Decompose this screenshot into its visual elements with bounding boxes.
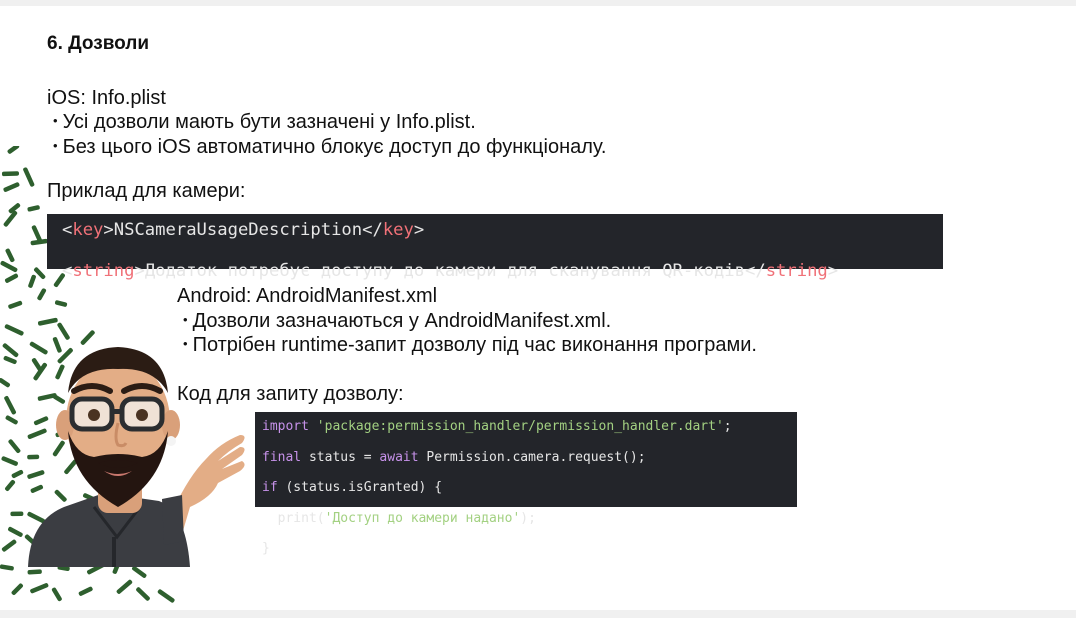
- dart-code-block: import 'package:permission_handler/permi…: [255, 412, 797, 556]
- code-text: Permission.camera.request();: [418, 449, 646, 465]
- ios-example-label: Приклад для камери:: [47, 180, 246, 202]
- android-title: Android: AndroidManifest.xml: [177, 285, 438, 307]
- tag-name: key: [382, 220, 414, 240]
- dart-code-line-3: if (status.isGranted) {: [262, 479, 797, 495]
- tag-bracket: </: [744, 261, 766, 282]
- slide: 6. Дозволи iOS: Info.plist Усі дозволи м…: [0, 6, 1076, 610]
- tag-bracket: <: [62, 220, 73, 240]
- code-text: }: [262, 541, 270, 556]
- code-keyword: final: [262, 449, 302, 465]
- code-text: );: [520, 510, 536, 526]
- tag-bracket: >: [134, 261, 145, 282]
- code-keyword: import: [262, 419, 309, 434]
- ios-title: iOS: Info.plist: [47, 87, 166, 109]
- tag-name: string: [72, 261, 135, 282]
- code-keyword: await: [379, 449, 419, 465]
- dart-code-line-5: }: [262, 540, 797, 556]
- tag-bracket: >: [413, 220, 425, 240]
- code-string: 'package:permission_handler/permission_h…: [316, 419, 724, 434]
- code-string: 'Доступ до камери надано': [324, 510, 521, 526]
- android-bullet-1: Дозволи зазначаються у AndroidManifest.x…: [183, 310, 612, 333]
- dart-code-line-4: print('Доступ до камери надано');: [262, 510, 797, 526]
- code-keyword: if: [262, 480, 278, 495]
- tag-name: string: [765, 261, 828, 282]
- tag-bracket: >: [103, 220, 114, 240]
- tag-name: key: [72, 220, 104, 240]
- ios-bullet-2: Без цього iOS автоматично блокує доступ …: [53, 136, 607, 159]
- code-text: ;: [723, 419, 732, 434]
- memoji-avatar-icon: [28, 347, 245, 567]
- tag-content: Додаток потребує доступу до камери для с…: [144, 261, 745, 282]
- dart-code-line-1: import 'package:permission_handler/permi…: [262, 418, 797, 434]
- code-text: print(: [262, 510, 325, 526]
- tag-content: NSCameraUsageDescription: [113, 220, 363, 240]
- code-text: (status.isGranted) {: [277, 480, 443, 495]
- tag-bracket: </: [362, 220, 383, 240]
- dart-code-line-2: final status = await Permission.camera.r…: [262, 449, 797, 465]
- code-text: status =: [301, 449, 380, 465]
- ios-bullet-1: Усі дозволи мають бути зазначені у Info.…: [53, 111, 476, 134]
- android-bullet-2: Потрібен runtime-запит дозволу під час в…: [183, 334, 757, 357]
- plist-code-line-1: <key>NSCameraUsageDescription</key>: [62, 218, 943, 240]
- tag-bracket: >: [827, 261, 839, 282]
- tag-bracket: <: [62, 261, 73, 282]
- plist-code-block: <key>NSCameraUsageDescription</key> <str…: [47, 214, 943, 281]
- plist-code-line-2: <string>Додаток потребує доступу до каме…: [62, 259, 943, 281]
- slide-heading: 6. Дозволи: [47, 33, 150, 54]
